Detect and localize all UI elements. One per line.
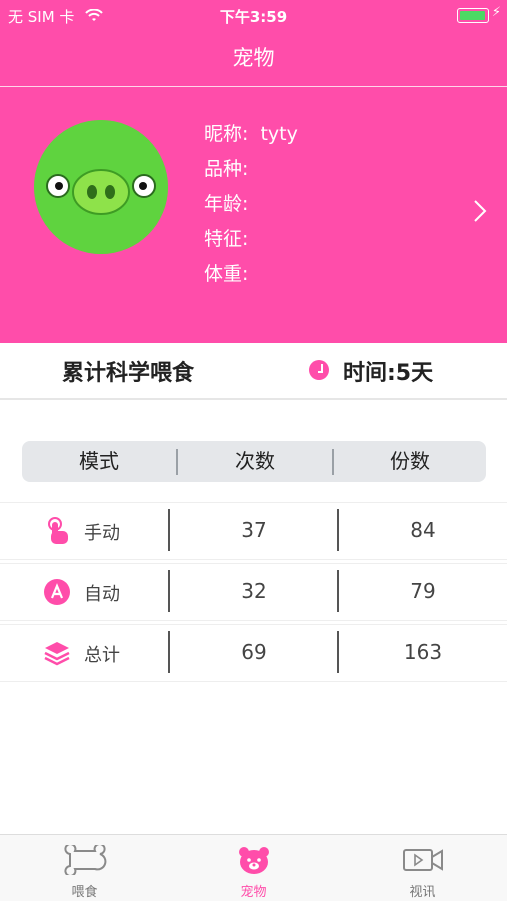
row-divider [337,631,339,673]
status-time: 下午3:59 [219,8,288,26]
status-bar: 无 SIM 卡 下午3:59 ⚡ [0,0,507,30]
bear-icon [239,847,269,874]
video-icon [403,849,443,871]
stats-table-header: 模式 次数 份数 [22,441,486,482]
feeding-summary: 累计科学喂食 时间:5天 [0,343,507,400]
clock-icon [309,360,329,380]
pet-avatar[interactable] [34,120,168,254]
weight-label: 体重: [204,263,249,285]
row-count: 69 [241,640,267,664]
row-label: 自动 [84,584,120,605]
battery-icon [457,8,489,23]
table-row-manual: 手动 37 84 [0,502,507,560]
tab-label: 视讯 [409,885,436,900]
tab-video[interactable]: 视讯 [338,835,507,901]
summary-title: 累计科学喂食 [62,361,195,386]
battery-fill [460,11,485,20]
nickname-value: tyty [260,123,298,145]
row-count: 37 [241,518,267,542]
row-count: 32 [241,579,267,603]
tab-label: 宠物 [240,885,267,900]
row-label: 手动 [84,523,120,544]
age-label: 年龄: [204,193,249,215]
row-divider [168,631,170,673]
header-mode: 模式 [79,449,119,473]
layers-icon [44,642,70,666]
row-divider [168,509,170,551]
tab-feeding[interactable]: 喂食 [0,835,169,901]
row-label: 总计 [84,645,120,666]
pet-info: 昵称: tyty 品种: 年龄: 特征: 体重: [204,122,298,297]
row-divider [337,570,339,612]
row-divider [337,509,339,551]
row-portions: 84 [410,518,436,542]
breed-label: 品种: [204,158,249,180]
tab-label: 喂食 [71,885,98,900]
pet-profile-card[interactable]: 昵称: tyty 品种: 年龄: 特征: 体重: [0,87,507,343]
table-row-auto: 自动 32 79 [0,563,507,621]
header-count: 次数 [235,449,275,473]
row-divider [168,570,170,612]
header-portions: 份数 [390,449,430,473]
chevron-right-icon[interactable] [473,197,487,230]
hand-tap-icon [48,517,68,544]
feature-label: 特征: [204,228,249,250]
bone-icon [64,845,107,875]
nickname-label: 昵称: [204,123,249,145]
tab-bar: 喂食 宠物 视讯 [0,834,507,901]
row-portions: 79 [410,579,436,603]
table-row-total: 总计 69 163 [0,624,507,682]
charging-bolt-icon: ⚡ [491,5,501,20]
nickname-row: 昵称: tyty [204,122,298,157]
nav-bar: 宠物 [0,30,507,87]
row-portions: 163 [403,640,443,664]
summary-time: 时间:5天 [343,361,434,386]
tab-pet[interactable]: 宠物 [169,835,338,901]
page-title: 宠物 [232,46,275,70]
auto-a-icon [44,579,70,605]
green-pig-avatar-icon [34,120,168,254]
